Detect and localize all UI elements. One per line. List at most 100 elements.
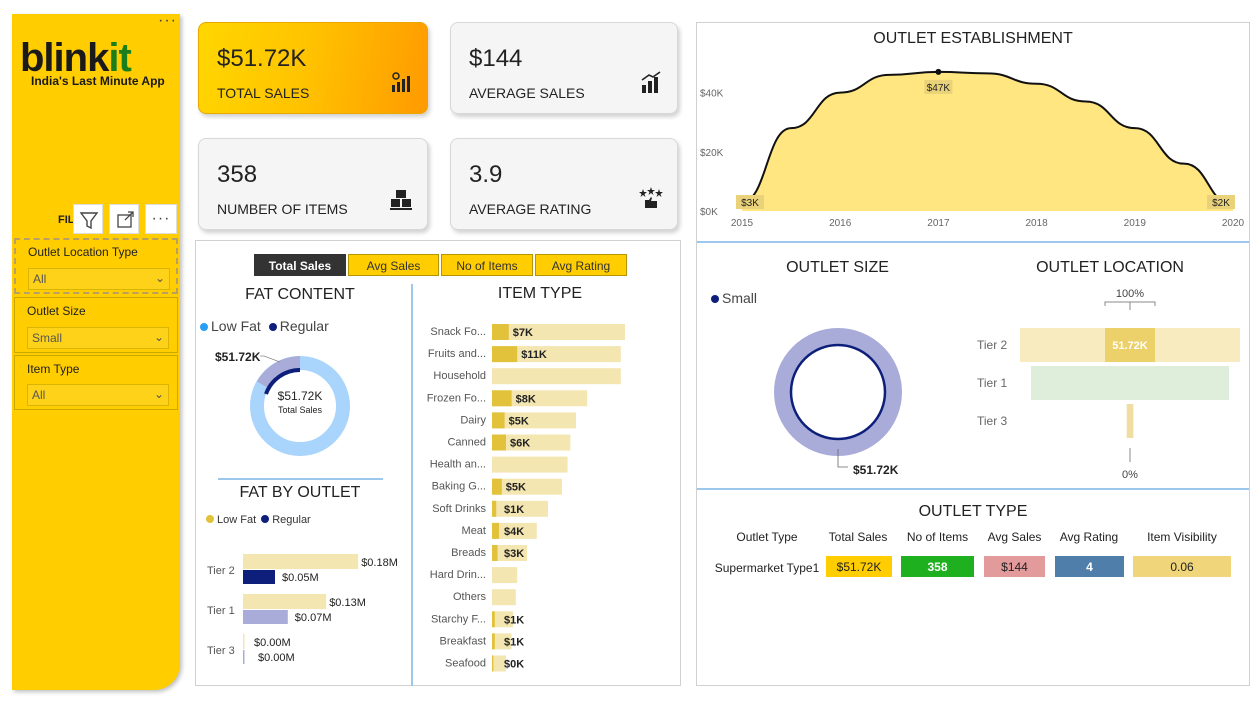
item-type-chart: Snack Fo... $7K Fruits and... $11K Household… [427,324,625,672]
item-type-label: Household [433,370,486,382]
legend-label: Regular [272,514,311,526]
outlet-establishment-title: OUTLET ESTABLISHMENT [873,30,1073,47]
tab-no-of-items[interactable]: No of Items [441,254,533,276]
x-tick-label: 2018 [1025,218,1048,229]
fat-by-outlet-chart: Tier 2 $0.18M $0.05M Tier 1 $0.13M $0.07M Tier… [207,554,398,664]
fat-outlet-bar-low-fat [243,554,359,569]
kpi-label: NUMBER OF ITEMS [217,201,348,217]
legend-label: Low Fat [217,514,257,526]
table-header: Outlet Type [736,530,798,544]
item-type-bar-light [492,567,518,584]
item-type-bar-dark [492,346,518,363]
fat-by-outlet-legend: Low Fat Regular [206,514,311,526]
kpi-value: $144 [469,45,523,72]
x-tick-label: 2020 [1222,218,1245,229]
fat-outlet-bar-regular [243,570,275,584]
filter-outlet-location-type: Outlet Location Type All ⌄ [14,238,178,294]
tab-avg-rating[interactable]: Avg Rating [535,254,627,276]
kpi-value: 358 [217,161,258,188]
donut-center-label: Total Sales [277,405,323,415]
outlet-location-dropdown[interactable]: All ⌄ [28,268,170,290]
outlet-size-dropdown[interactable]: Small ⌄ [27,327,169,349]
item-type-value-label: $0K [504,659,524,671]
fat-outlet-tier-label: Tier 2 [207,565,235,577]
fat-outlet-bar-low-fat [243,594,327,609]
item-type-bar-dark [492,655,494,672]
item-type-value-label: $5K [506,482,526,494]
y-tick-label: $0K [700,207,718,218]
item-type-value-label: $7K [513,327,533,339]
item-type-bar-dark [492,478,502,495]
fat-outlet-tier-label: Tier 1 [207,605,235,617]
fat-outlet-tier-label: Tier 3 [207,645,235,657]
item-type-label: Meat [462,525,486,537]
item-type-label: Breads [451,547,486,559]
table-cell-item-visibility: 0.06 [1133,556,1231,577]
item-type-label: Canned [447,437,486,449]
funnel-tier-label: Tier 3 [977,414,1008,428]
filter-label: Item Type [27,362,80,376]
kpi-average-sales: $144 AVERAGE SALES [450,22,678,114]
sidebar-more-icon[interactable]: ··· [158,12,177,30]
item-type-value-label: $6K [510,438,530,450]
y-tick-label: $20K [700,148,724,159]
visual-more-icon[interactable]: ··· [145,204,177,234]
fat-outlet-value-label: $0.18M [361,557,398,569]
fat-outlet-value-label: $0.00M [258,652,295,664]
item-type-dropdown[interactable]: All ⌄ [27,384,169,406]
fat-content-legend: Low Fat Regular [200,318,329,334]
item-type-value-label: $5K [509,415,529,427]
panel-divider [697,488,1249,490]
boxes-icon [390,190,412,210]
chevron-down-icon: ⌄ [154,271,165,285]
sales-chart-icon [392,72,410,92]
tab-total-sales[interactable]: Total Sales [254,254,346,276]
tab-avg-sales[interactable]: Avg Sales [348,254,439,276]
kpi-label: AVERAGE RATING [469,201,592,217]
fat-by-outlet-title: FAT BY OUTLET [239,484,361,501]
donut-center-value: $51.72K [277,389,323,403]
fat-outlet-value-label: $0.13M [329,597,366,609]
item-type-bar-light [492,456,568,473]
item-type-bar-dark [492,500,497,517]
legend-dot [206,515,214,523]
filter-icon[interactable] [73,204,103,234]
item-type-label: Frozen Fo... [427,392,486,404]
funnel-top-label: 100% [1116,288,1144,300]
fat-outlet-bar-regular [243,610,288,624]
fat-outlet-value-label: $0.00M [254,637,291,649]
item-type-label: Baking G... [432,481,486,493]
item-type-bar-dark [492,434,506,451]
outlet-size-label: $51.72K [853,463,899,477]
funnel-bottom-label: 0% [1122,469,1138,481]
filter-label: Outlet Size [27,304,86,318]
item-type-bar-dark [492,522,499,539]
table-header: Avg Sales [987,530,1042,544]
table-header: Avg Rating [1059,530,1119,544]
table-header: Total Sales [828,530,888,544]
table-cell-outlet-type: Supermarket Type1 [714,561,820,575]
x-tick-label: 2015 [731,218,754,229]
item-type-bar-light [492,368,621,385]
growth-icon [641,71,661,93]
funnel-tier-label: Tier 1 [977,376,1008,390]
funnel-bar-label: 51.72K [1112,340,1148,352]
focus-mode-icon[interactable] [109,204,139,234]
donut-ring [774,328,902,456]
table-header: Item Visibility [1147,530,1217,544]
item-type-bar-dark [492,611,495,628]
item-type-value-label: $8K [516,393,536,405]
item-type-label: Others [453,591,487,603]
item-type-label: Snack Fo... [430,326,486,338]
item-type-bar-light [492,478,562,495]
dropdown-value: All [32,388,46,402]
item-type-label: Breakfast [440,635,486,647]
donut-outer-label: $51.72K [215,350,261,364]
x-tick-label: 2019 [1124,218,1147,229]
kpi-label: AVERAGE SALES [469,85,585,101]
legend-label: Small [722,290,758,306]
item-type-value-label: $1K [504,504,524,516]
filter-outlet-size: Outlet Size Small ⌄ [14,297,178,353]
legend-dot [261,515,270,523]
peak-point [935,68,942,75]
